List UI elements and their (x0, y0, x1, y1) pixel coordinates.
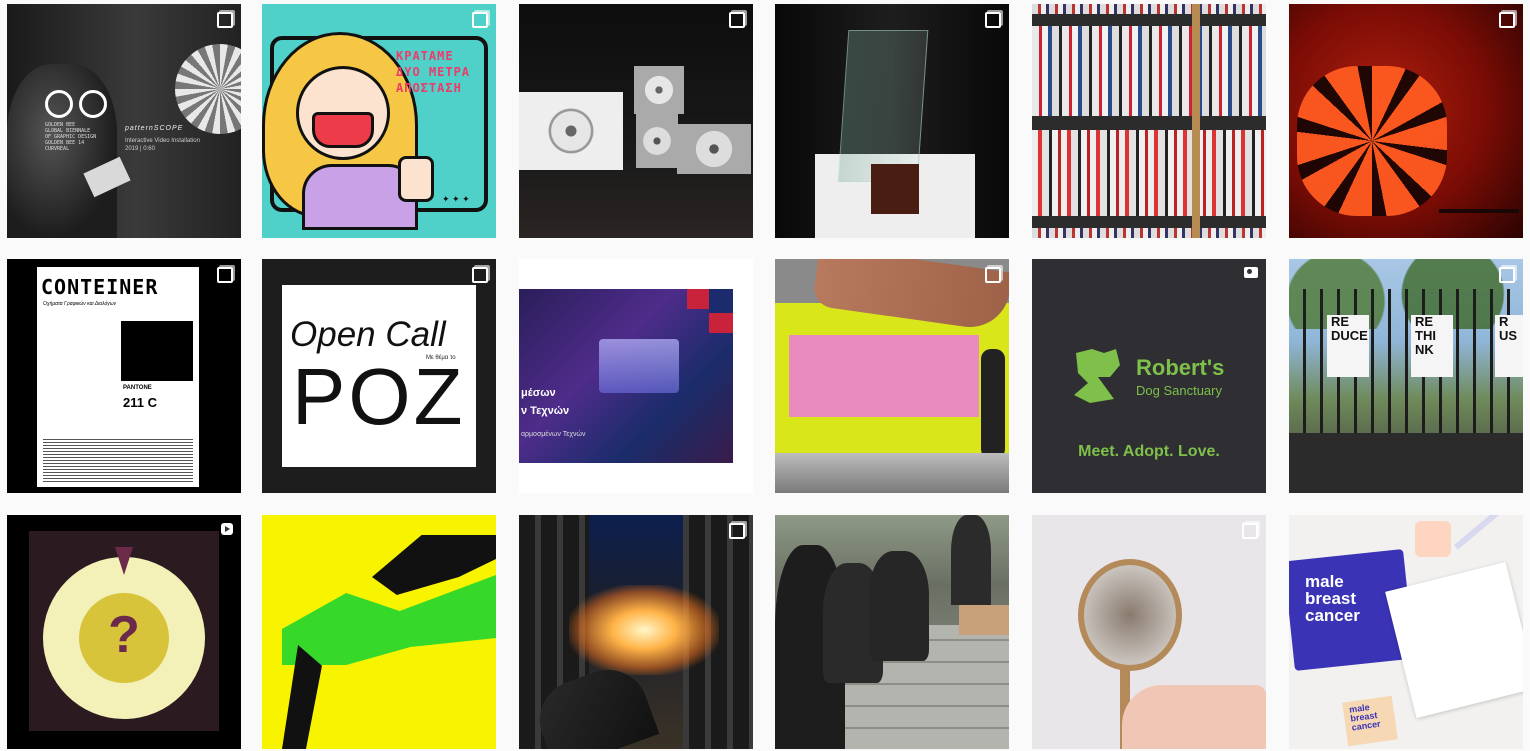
magnifier-lens (1078, 559, 1182, 671)
info-lines: GOLDEN BEE GLOBAL BIENNALE OF GRAPHIC DE… (45, 122, 97, 152)
reel-icon (221, 523, 233, 535)
box-large (519, 92, 623, 170)
post-award-trophy[interactable] (775, 4, 1009, 238)
multiple-photos-icon (472, 267, 488, 283)
pantone-code: 211 C (123, 395, 157, 410)
multiple-photos-icon (217, 12, 233, 28)
brand-text: patternSCOPE (125, 125, 184, 132)
box-middle (636, 114, 678, 168)
goggle-right (79, 90, 107, 118)
multiple-photos-icon (729, 523, 745, 539)
small-card: male breast cancer (1342, 695, 1398, 747)
explosion (569, 585, 719, 675)
post-reduce-rethink[interactable]: RE DUCE RE THI NK R US (1289, 259, 1523, 493)
pen (1454, 515, 1504, 550)
post-magnifier[interactable] (1032, 515, 1266, 749)
caption-2: 2019 | 0:60 (125, 146, 155, 152)
title-line-1: μέσων (521, 387, 556, 399)
crowd-4 (951, 515, 991, 605)
pantone-label: PANTONE (123, 385, 152, 391)
shelf-row-4 (1032, 228, 1266, 238)
post-photographers[interactable] (775, 515, 1009, 749)
blue-square (709, 289, 733, 313)
brand-subtitle: Dog Sanctuary (1136, 383, 1222, 398)
multiple-photos-icon (217, 267, 233, 283)
post-illustration-distance[interactable]: ΚΡΑΤΑΜΕ ΔΥΟ ΜΕΤΡΑ ΑΠΟΣΤΑΣΗ ✦ ✦ ✦ (262, 4, 496, 238)
table (959, 605, 1009, 635)
pattern-wheel (175, 44, 241, 134)
title-line-2: ν Τεχνών (521, 405, 570, 417)
glass-award (837, 30, 929, 182)
question-mark: ? (108, 606, 140, 664)
post-yellow-green-abstract[interactable] (262, 515, 496, 749)
red-square-1 (687, 289, 709, 309)
brand-name: Robert's (1136, 355, 1225, 380)
multiple-photos-icon (1499, 267, 1515, 283)
shelf-row-2 (1032, 26, 1266, 116)
shelf-row-3 (1032, 130, 1266, 216)
post-applied-arts[interactable]: μέσων ν Τεχνών αρμοσμένων Τεχνών (519, 259, 753, 493)
post-bookshelf[interactable] (1032, 4, 1266, 238)
sign-reuse: R US (1495, 315, 1523, 377)
hand (1122, 685, 1266, 749)
poz-heading: POZ (292, 352, 466, 441)
tagline: Meet. Adopt. Love. (1078, 443, 1220, 460)
headline: ΚΡΑΤΑΜΕ ΔΥΟ ΜΕΤΡΑ ΑΠΟΣΤΑΣΗ (396, 49, 471, 95)
pantone-swatch (121, 321, 193, 381)
multiple-photos-icon (1499, 12, 1515, 28)
multiple-photos-icon (985, 12, 1001, 28)
dodecahedron-lamp (1297, 66, 1447, 216)
poster-body-text (43, 437, 193, 483)
squeegee-handle (981, 349, 1005, 459)
lamp-cable (1439, 209, 1519, 213)
dog-logo-icon (1074, 349, 1120, 403)
title-line-3: αρμοσμένων Τεχνών (521, 431, 586, 438)
award-base (871, 164, 919, 214)
poster-title: CONTEINER (41, 275, 159, 299)
goggle-left (45, 90, 73, 118)
pointer-icon (115, 547, 133, 575)
press-base (775, 453, 1009, 493)
wooden-post (1192, 4, 1200, 238)
shelf-row-1 (1032, 4, 1266, 14)
pink-print (789, 335, 979, 417)
camera-icon (1244, 267, 1258, 278)
multiple-photos-icon (729, 12, 745, 28)
stars: ✦ ✦ ✦ (442, 194, 470, 204)
post-grid: GOLDEN BEE GLOBAL BIENNALE OF GRAPHIC DE… (0, 0, 1530, 751)
post-game-corridor[interactable] (519, 515, 753, 749)
open-call-heading: Open Call (290, 315, 446, 354)
box-right (677, 124, 751, 174)
red-square-2 (709, 313, 733, 333)
face-sticker (1415, 521, 1451, 557)
sign-reduce: RE DUCE (1327, 315, 1369, 377)
post-screen-printing[interactable] (775, 259, 1009, 493)
box-top (634, 66, 684, 114)
post-open-call[interactable]: Open Call Με θέμα το POZ (262, 259, 496, 493)
post-container-poster[interactable]: CONTEINER Οχήματα Γραφικών και Διαλόγων … (7, 259, 241, 493)
crowd-3 (869, 551, 929, 661)
sign-rethink: RE THI NK (1411, 315, 1453, 377)
multiple-photos-icon (1242, 523, 1258, 539)
vr-screen (599, 339, 679, 393)
post-roberts-dog-sanctuary[interactable]: Robert's Dog Sanctuary Meet. Adopt. Love… (1032, 259, 1266, 493)
cancer-title: male breast cancer (1305, 572, 1360, 625)
gate-bottom (1289, 433, 1523, 493)
poster-subtitle: Οχήματα Γραφικών και Διαλόγων (43, 301, 117, 307)
multiple-photos-icon (472, 12, 488, 28)
post-projection-boxes[interactable] (519, 4, 753, 238)
post-golden-bee[interactable]: GOLDEN BEE GLOBAL BIENNALE OF GRAPHIC DE… (7, 4, 241, 238)
post-lamp[interactable] (1289, 4, 1523, 238)
mask (312, 112, 374, 148)
post-male-breast-cancer[interactable]: male breast cancer male breast cancer (1289, 515, 1523, 749)
post-question-game[interactable]: ? (7, 515, 241, 749)
multiple-photos-icon (985, 267, 1001, 283)
peace-hand (398, 156, 434, 202)
caption-1: Interactive Video Installation (125, 138, 200, 144)
